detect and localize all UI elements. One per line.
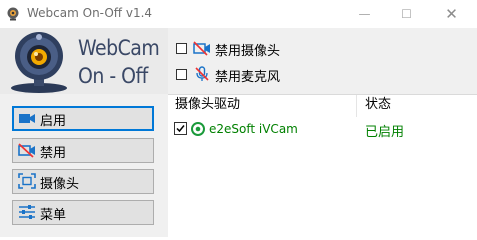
list-item[interactable]: e2eSoft iVCam 已启用 xyxy=(168,119,477,140)
camera-off-icon xyxy=(18,143,35,158)
window-title: Webcam On-Off v1.4 xyxy=(27,6,153,20)
disable-mic-checkbox[interactable] xyxy=(176,69,187,80)
disable-button-label: 禁用 xyxy=(40,146,67,161)
column-header-driver[interactable]: 摄像头驱动 xyxy=(175,95,240,117)
column-header-status[interactable]: 状态 xyxy=(365,95,391,117)
webcam-logo-icon xyxy=(11,32,67,93)
microphone-off-icon xyxy=(195,66,209,81)
minimize-button[interactable]: — xyxy=(342,0,387,28)
camera-off-icon xyxy=(193,41,210,56)
camera-button[interactable]: 摄像头 xyxy=(12,169,154,194)
logo-title-line1: WebCam xyxy=(78,36,160,60)
focus-frame-icon xyxy=(18,173,36,189)
maximize-button[interactable]: ☐ xyxy=(384,0,429,28)
camera-driver-list[interactable]: 摄像头驱动 状态 e2eSoft iVCam 已启用 xyxy=(168,94,477,238)
logo-title-line2: On - Off xyxy=(78,64,148,88)
camera-on-icon xyxy=(19,114,35,123)
menu-button[interactable]: 菜单 xyxy=(12,200,154,225)
checkmark-icon xyxy=(176,125,185,133)
disable-camera-checkbox[interactable] xyxy=(176,43,187,54)
ivcam-logo-icon xyxy=(191,122,205,136)
driver-name: e2eSoft iVCam xyxy=(209,122,298,136)
logo-panel: WebCam On - Off xyxy=(0,28,168,94)
disable-mic-label[interactable]: 禁用麦克风 xyxy=(215,66,280,85)
app-window: Webcam On-Off v1.4 — ☐ ✕ WebCam On - Off… xyxy=(0,0,477,238)
title-bar: Webcam On-Off v1.4 — ☐ ✕ xyxy=(0,0,477,29)
options-panel: 禁用摄像头 禁用麦克风 xyxy=(168,28,477,94)
enable-button[interactable]: 启用 xyxy=(12,106,154,131)
row-checkbox[interactable] xyxy=(174,122,187,135)
sliders-icon xyxy=(19,205,35,219)
column-divider[interactable] xyxy=(356,95,357,117)
disable-camera-label[interactable]: 禁用摄像头 xyxy=(215,40,280,59)
camera-button-label: 摄像头 xyxy=(40,177,80,192)
webcam-app-icon xyxy=(7,7,19,21)
close-button[interactable]: ✕ xyxy=(429,0,474,28)
enable-button-label: 启用 xyxy=(40,114,67,129)
menu-button-label: 菜单 xyxy=(40,208,67,223)
driver-status: 已启用 xyxy=(365,125,405,140)
disable-button[interactable]: 禁用 xyxy=(12,138,154,163)
